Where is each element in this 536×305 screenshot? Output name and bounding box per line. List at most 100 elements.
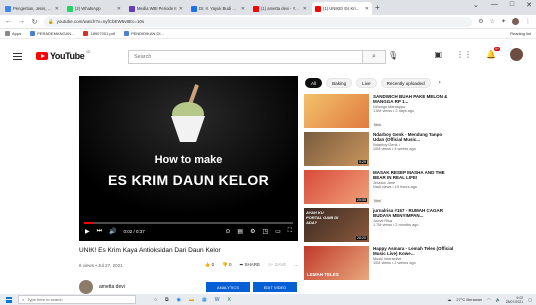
video-thumbnail[interactable]: 5:29 (304, 132, 369, 166)
taskbar-search[interactable]: ⌕ Type here to search (18, 295, 136, 304)
video-progress-bar[interactable] (84, 222, 293, 224)
close-icon[interactable]: ✕ (241, 6, 245, 12)
clock[interactable]: 9:02 28/07/2021 (506, 296, 524, 304)
reading-list[interactable]: Reading list (510, 31, 531, 36)
chevron-right-icon[interactable]: › (439, 80, 441, 86)
window-close-icon[interactable]: ✕ (526, 1, 532, 9)
puzzle-icon[interactable]: ✦ (501, 18, 506, 25)
share-icon: ➦ (239, 262, 244, 267)
theater-mode-icon[interactable]: ▭ (275, 228, 281, 235)
settings-gear-icon[interactable]: ⚙ (250, 228, 255, 235)
dislike-button[interactable]: 👎 0 (222, 262, 231, 268)
bookmark-item[interactable]: PERADEMANGAN... (30, 31, 74, 36)
chrome-icon[interactable]: ◉ (177, 297, 181, 303)
word-icon[interactable]: W (215, 297, 220, 303)
play-icon[interactable]: ▶ (85, 228, 90, 235)
video-thumbnail[interactable]: 25:55 (304, 170, 369, 204)
profile-avatar[interactable] (512, 18, 519, 25)
create-video-icon[interactable]: ▣ (434, 50, 442, 59)
next-icon[interactable]: ⏭ (97, 228, 102, 235)
close-icon[interactable]: ✕ (179, 6, 183, 12)
close-icon[interactable]: ✕ (55, 6, 59, 12)
video-meta-row: 6 views • Jul 27, 2021 👍 0 👎 0 ➦ SHARE ≡… (79, 262, 298, 268)
new-tab-button[interactable]: + (375, 2, 380, 15)
minimize-icon[interactable]: — (491, 1, 498, 9)
volume-icon[interactable]: 🔊 (109, 228, 116, 235)
recommended-video[interactable]: SANDWICH BUAH PAKE MELON & MANGGA RP 1..… (304, 94, 454, 130)
close-icon[interactable]: ✕ (365, 6, 369, 12)
share-button[interactable]: ➦ SHARE (239, 262, 260, 268)
close-icon[interactable]: ✕ (303, 6, 307, 12)
browser-tab[interactable]: Media WBI Periode II ✕ (126, 2, 186, 15)
maximize-icon[interactable]: □ (510, 1, 514, 9)
menu-dots-icon[interactable]: ⋮ (525, 18, 531, 25)
video-thumbnail[interactable]: AYAH KU PORTAL GAIB DI ADA? 28:20 (304, 208, 369, 242)
tab-label: (2) WhatsApp (75, 6, 101, 11)
video-thumbnail[interactable] (304, 94, 369, 128)
search-box: ⌕ (128, 50, 386, 64)
youtube-logo[interactable]: YouTube ID (36, 49, 90, 61)
recommended-video[interactable]: LEMAH TELES Happy Asmara - Lemah Teles (… (304, 246, 454, 282)
like-button[interactable]: 👍 0 (205, 262, 214, 268)
apps-grid-icon[interactable]: ⋮⋮ (456, 50, 472, 59)
recommended-video[interactable]: AYAH KU PORTAL GAIB DI ADA? 28:20 jurnal… (304, 208, 454, 244)
store-icon[interactable]: ▦ (202, 297, 207, 303)
browser-tab[interactable]: (1) ametta devi - YouT ✕ (250, 2, 310, 15)
channel-avatar[interactable] (79, 280, 93, 294)
search-button[interactable]: ⌕ (362, 51, 385, 63)
save-button[interactable]: ≡+ SAVE (268, 262, 286, 268)
back-icon[interactable]: ← (5, 18, 12, 25)
notifications-icon[interactable]: ▢ (528, 297, 532, 302)
video-player[interactable]: How to make ES KRIM DAUN KELOR ▶ ⏭ 🔊 0:0… (79, 76, 298, 241)
fullscreen-icon[interactable]: ⛶ (288, 228, 292, 235)
forward-icon[interactable]: → (18, 18, 25, 25)
tab-favicon-icon (129, 5, 135, 12)
browser-tab[interactable]: Dr. Ir. Yayuk Budi Pras ✕ (188, 2, 248, 15)
account-avatar[interactable] (510, 48, 523, 61)
chip-baking[interactable]: Baking (326, 78, 353, 88)
recommended-video[interactable]: 5:29 Ndarboy Genk - Mendung Tanpo Udan (… (304, 132, 454, 168)
bookmark-item[interactable]: PENDIDIKAN DI... (123, 31, 164, 36)
reload-icon[interactable]: ↻ (31, 18, 38, 26)
more-actions-button[interactable]: ... (294, 262, 298, 268)
notification-badge: 9+ (494, 47, 500, 51)
hamburger-menu-icon[interactable] (13, 52, 22, 60)
excel-icon[interactable]: X (227, 297, 230, 303)
tab-search-icon[interactable]: ⌄ (473, 1, 479, 9)
chip-recently-uploaded[interactable]: Recently uploaded (380, 78, 431, 88)
analytics-button[interactable]: ANALYTICS (206, 282, 250, 292)
file-explorer-icon[interactable]: ▬ (189, 297, 194, 303)
bookmark-star-icon[interactable]: ☆ (490, 18, 495, 25)
pdf-icon (83, 31, 89, 36)
windows-start-icon[interactable] (6, 296, 12, 303)
bookmark-item[interactable]: 18907001.pdf (83, 31, 115, 36)
chip-live[interactable]: Live (356, 78, 377, 88)
bookmark-apps[interactable]: Apps (5, 31, 21, 36)
extensions-icon[interactable]: ⚙ (478, 18, 483, 25)
browser-tab-active[interactable]: (1) UNIKE! Es Krim Kay✕ (312, 2, 372, 15)
wifi-icon[interactable]: ◠ (487, 297, 491, 302)
microphone-icon[interactable]: 🎙 (388, 51, 398, 60)
channel-name[interactable]: ametta devi (99, 284, 125, 290)
close-icon[interactable]: ✕ (117, 6, 121, 12)
subtitles-icon[interactable]: ▤ (237, 228, 243, 235)
search-input[interactable] (129, 51, 362, 63)
url-field[interactable]: 🔒 youtube.com/watch?v=nyfCbEW6v8Ec=10s (44, 16, 473, 27)
autoplay-toggle-icon[interactable]: ⊙ (225, 228, 230, 235)
browser-tab[interactable]: Pengertian, Jenis, Dan ✕ (2, 2, 62, 15)
browser-tab[interactable]: (2) WhatsApp ✕ (64, 2, 124, 15)
weather-text[interactable]: 27°C Berawan (456, 297, 482, 302)
miniplayer-icon[interactable]: ◳ (262, 228, 268, 235)
speaker-icon[interactable]: 🔈 (496, 297, 501, 302)
rec-title: MASAK RESEP MASHA AND THE BEAR IN REAL L… (373, 170, 445, 181)
video-thumbnail[interactable]: LEMAH TELES (304, 246, 369, 280)
recommended-video[interactable]: 25:55 MASAK RESEP MASHA AND THE BEAR IN … (304, 170, 454, 206)
like-count: 0 (211, 262, 215, 267)
chip-all[interactable]: All (305, 78, 323, 88)
rec-meta: 10M views • 4 weeks ago (373, 147, 416, 152)
search-icon: ⌕ (372, 53, 376, 60)
cortana-icon[interactable]: ○ (154, 297, 157, 303)
edit-video-button[interactable]: EDIT VIDEO (253, 282, 297, 292)
notifications-bell-icon[interactable]: 🔔 9+ (486, 47, 500, 59)
task-view-icon[interactable]: ⧉ (165, 297, 169, 303)
